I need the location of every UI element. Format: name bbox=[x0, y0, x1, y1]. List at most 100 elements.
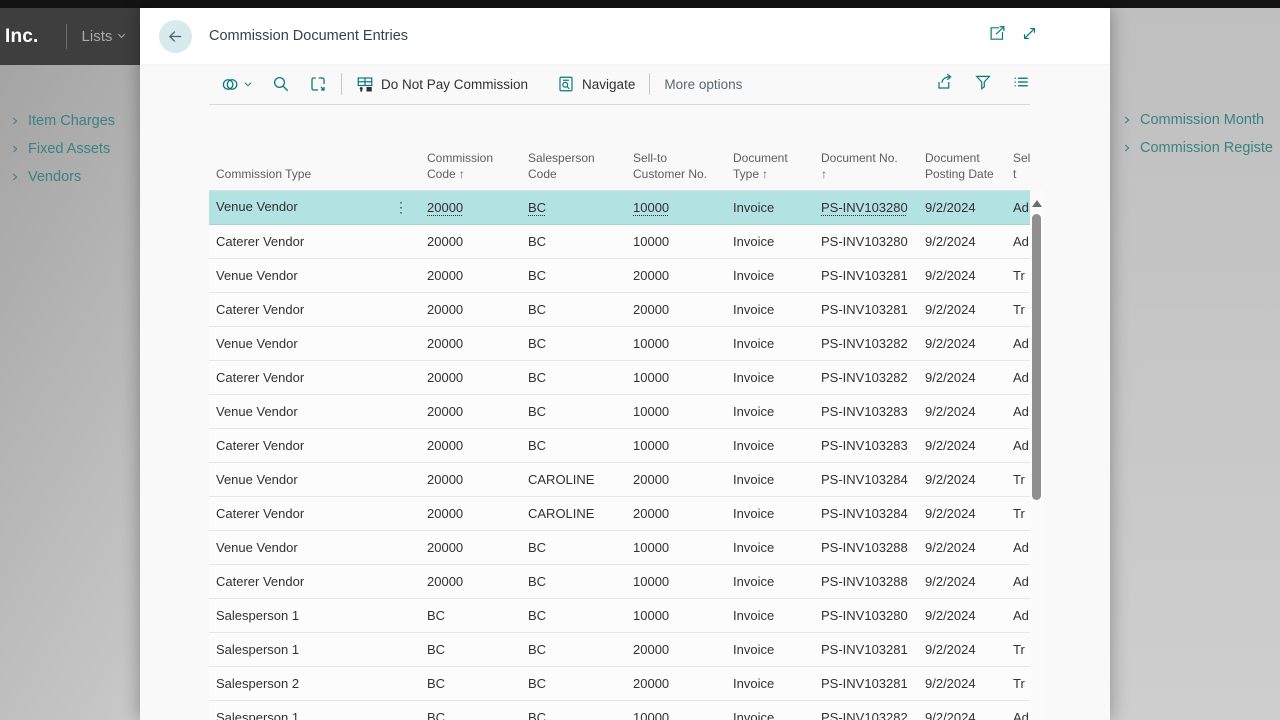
vertical-scrollbar[interactable] bbox=[1030, 190, 1044, 720]
cell-salesperson-code[interactable]: BC bbox=[521, 428, 626, 462]
cell-commission-code[interactable]: 20000 bbox=[420, 292, 521, 326]
cell-commission-type[interactable]: ⋮Caterer Vendor bbox=[209, 224, 420, 258]
cell-commission-type[interactable]: ⋮Venue Vendor bbox=[209, 462, 420, 496]
table-row[interactable]: ⋮Salesperson 1 BC BC 10000 Invoice PS-IN… bbox=[209, 598, 1030, 632]
cell-document-type[interactable]: Invoice bbox=[726, 564, 814, 598]
cell-document-no[interactable]: PS-INV103280 bbox=[814, 190, 918, 224]
cell-sell-to-customer-no[interactable]: 20000 bbox=[626, 258, 726, 292]
column-header[interactable]: Salesperson Code bbox=[521, 140, 626, 190]
cell-sell-to-name[interactable]: Tr bbox=[1006, 666, 1030, 700]
do-not-pay-commission-button[interactable]: Do Not Pay Commission bbox=[356, 75, 528, 93]
cell-commission-type[interactable]: ⋮Venue Vendor bbox=[209, 326, 420, 360]
cell-document-no[interactable]: PS-INV103281 bbox=[814, 666, 918, 700]
cell-commission-type[interactable]: ⋮Venue Vendor bbox=[209, 190, 420, 224]
list-menu-button[interactable] bbox=[1012, 73, 1030, 96]
cell-commission-code[interactable]: 20000 bbox=[420, 462, 521, 496]
open-in-new-window-icon[interactable] bbox=[989, 25, 1006, 47]
cell-commission-type[interactable]: ⋮Venue Vendor bbox=[209, 258, 420, 292]
sidebar-nav-item[interactable]: Vendors bbox=[0, 163, 140, 191]
cell-commission-code[interactable]: BC bbox=[420, 598, 521, 632]
column-header[interactable]: Sell-to Customer No. bbox=[626, 140, 726, 190]
cell-document-no[interactable]: PS-INV103288 bbox=[814, 530, 918, 564]
cell-document-type[interactable]: Invoice bbox=[726, 666, 814, 700]
table-row[interactable]: ⋮Venue Vendor 20000 CAROLINE 20000 Invoi… bbox=[209, 462, 1030, 496]
cell-document-no[interactable]: PS-INV103284 bbox=[814, 462, 918, 496]
cell-sell-to-customer-no[interactable]: 10000 bbox=[626, 700, 726, 720]
cell-document-type[interactable]: Invoice bbox=[726, 496, 814, 530]
cell-salesperson-code[interactable]: BC bbox=[521, 190, 626, 224]
cell-commission-code[interactable]: BC bbox=[420, 632, 521, 666]
cell-document-no[interactable]: PS-INV103283 bbox=[814, 394, 918, 428]
more-options-button[interactable]: More options bbox=[664, 77, 742, 92]
cell-sell-to-name[interactable]: Ad bbox=[1006, 326, 1030, 360]
cell-document-no[interactable]: PS-INV103281 bbox=[814, 632, 918, 666]
cell-posting-date[interactable]: 9/2/2024 bbox=[918, 496, 1006, 530]
cell-salesperson-code[interactable]: BC bbox=[521, 224, 626, 258]
cell-commission-code[interactable]: 20000 bbox=[420, 224, 521, 258]
cell-posting-date[interactable]: 9/2/2024 bbox=[918, 190, 1006, 224]
table-row[interactable]: ⋮Salesperson 2 BC BC 20000 Invoice PS-IN… bbox=[209, 666, 1030, 700]
cell-sell-to-customer-no[interactable]: 10000 bbox=[626, 360, 726, 394]
cell-sell-to-name[interactable]: Ad bbox=[1006, 564, 1030, 598]
cell-posting-date[interactable]: 9/2/2024 bbox=[918, 700, 1006, 720]
cell-sell-to-name[interactable]: Tr bbox=[1006, 462, 1030, 496]
cell-sell-to-customer-no[interactable]: 20000 bbox=[626, 462, 726, 496]
cell-sell-to-customer-no[interactable]: 10000 bbox=[626, 326, 726, 360]
cell-posting-date[interactable]: 9/2/2024 bbox=[918, 428, 1006, 462]
cell-document-type[interactable]: Invoice bbox=[726, 530, 814, 564]
cell-document-type[interactable]: Invoice bbox=[726, 394, 814, 428]
table-row[interactable]: ⋮Caterer Vendor 20000 BC 10000 Invoice P… bbox=[209, 360, 1030, 394]
table-row[interactable]: ⋮Salesperson 1 BC BC 10000 Invoice PS-IN… bbox=[209, 700, 1030, 720]
cell-sell-to-customer-no[interactable]: 10000 bbox=[626, 564, 726, 598]
column-header[interactable]: Commission Code↑ bbox=[420, 140, 521, 190]
filter-button[interactable] bbox=[974, 73, 992, 96]
cell-sell-to-name[interactable]: Tr bbox=[1006, 258, 1030, 292]
cell-salesperson-code[interactable]: BC bbox=[521, 326, 626, 360]
table-row[interactable]: ⋮Venue Vendor 20000 BC 20000 Invoice PS-… bbox=[209, 258, 1030, 292]
cell-commission-code[interactable]: BC bbox=[420, 666, 521, 700]
cell-commission-code[interactable]: 20000 bbox=[420, 326, 521, 360]
cell-sell-to-name[interactable]: Ad bbox=[1006, 394, 1030, 428]
cell-commission-code[interactable]: 20000 bbox=[420, 496, 521, 530]
cell-sell-to-name[interactable]: Tr bbox=[1006, 496, 1030, 530]
cell-sell-to-customer-no[interactable]: 10000 bbox=[626, 428, 726, 462]
share-button[interactable] bbox=[936, 73, 954, 96]
cell-sell-to-name[interactable]: Ad bbox=[1006, 700, 1030, 720]
cell-document-no[interactable]: PS-INV103282 bbox=[814, 360, 918, 394]
cell-salesperson-code[interactable]: BC bbox=[521, 632, 626, 666]
cell-sell-to-customer-no[interactable]: 10000 bbox=[626, 394, 726, 428]
cell-salesperson-code[interactable]: BC bbox=[521, 700, 626, 720]
back-button[interactable] bbox=[159, 20, 192, 53]
column-header[interactable]: Document Posting Date bbox=[918, 140, 1006, 190]
cell-commission-type[interactable]: ⋮Caterer Vendor bbox=[209, 564, 420, 598]
scroll-up-arrow-icon[interactable] bbox=[1032, 200, 1042, 207]
cell-salesperson-code[interactable]: CAROLINE bbox=[521, 462, 626, 496]
cell-document-no[interactable]: PS-INV103281 bbox=[814, 258, 918, 292]
scrollbar-thumb[interactable] bbox=[1032, 214, 1041, 500]
cell-commission-code[interactable]: 20000 bbox=[420, 394, 521, 428]
cell-salesperson-code[interactable]: BC bbox=[521, 258, 626, 292]
sidebar-nav-item[interactable]: Fixed Assets bbox=[0, 135, 140, 163]
cell-sell-to-name[interactable]: Tr bbox=[1006, 292, 1030, 326]
cell-posting-date[interactable]: 9/2/2024 bbox=[918, 632, 1006, 666]
lists-dropdown[interactable]: Lists bbox=[82, 28, 128, 45]
cell-posting-date[interactable]: 9/2/2024 bbox=[918, 666, 1006, 700]
cell-document-no[interactable]: PS-INV103282 bbox=[814, 700, 918, 720]
cell-commission-code[interactable]: 20000 bbox=[420, 258, 521, 292]
cell-sell-to-customer-no[interactable]: 20000 bbox=[626, 496, 726, 530]
cell-document-type[interactable]: Invoice bbox=[726, 190, 814, 224]
cell-posting-date[interactable]: 9/2/2024 bbox=[918, 462, 1006, 496]
cell-document-type[interactable]: Invoice bbox=[726, 700, 814, 720]
column-header[interactable]: Sell-t bbox=[1006, 140, 1030, 190]
cell-document-no[interactable]: PS-INV103280 bbox=[814, 598, 918, 632]
table-row[interactable]: ⋮Caterer Vendor 20000 BC 10000 Invoice P… bbox=[209, 564, 1030, 598]
cell-commission-type[interactable]: ⋮Venue Vendor bbox=[209, 530, 420, 564]
table-row[interactable]: ⋮Venue Vendor 20000 BC 10000 Invoice PS-… bbox=[209, 530, 1030, 564]
cell-commission-code[interactable]: 20000 bbox=[420, 530, 521, 564]
cell-sell-to-customer-no[interactable]: 20000 bbox=[626, 666, 726, 700]
cell-posting-date[interactable]: 9/2/2024 bbox=[918, 292, 1006, 326]
cell-document-no[interactable]: PS-INV103283 bbox=[814, 428, 918, 462]
cell-sell-to-customer-no[interactable]: 20000 bbox=[626, 632, 726, 666]
table-row[interactable]: ⋮Venue Vendor 20000 BC 10000 Invoice PS-… bbox=[209, 190, 1030, 224]
cell-sell-to-name[interactable]: Ad bbox=[1006, 360, 1030, 394]
